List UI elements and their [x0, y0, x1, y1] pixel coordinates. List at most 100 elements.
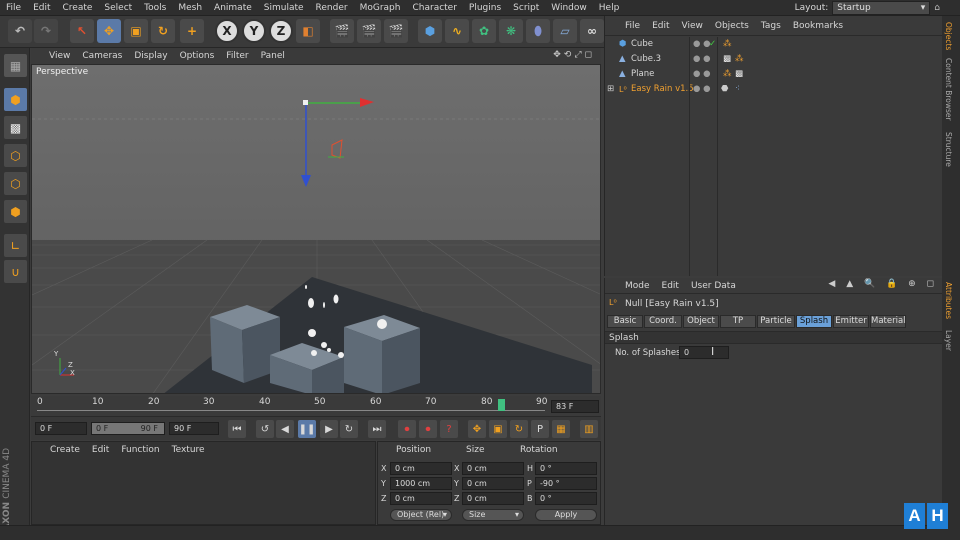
- previous-frame-icon[interactable]: ◀: [276, 420, 294, 438]
- x-axis-lock-button[interactable]: X: [215, 19, 239, 43]
- tab-tp[interactable]: TP: [720, 315, 756, 328]
- phong-tag-icon[interactable]: ⁂: [735, 52, 744, 67]
- layout-select[interactable]: Startup ▾: [832, 1, 931, 15]
- rotation-h-field[interactable]: 0 °: [535, 462, 597, 475]
- scale-icon[interactable]: ▣: [124, 19, 148, 43]
- tab-splash[interactable]: Splash: [796, 315, 832, 328]
- obj-menu-edit[interactable]: Edit: [646, 16, 675, 36]
- edges-mode-icon[interactable]: ⬡: [4, 172, 27, 195]
- perspective-viewport[interactable]: Perspective Y X Z: [31, 64, 601, 394]
- model-mode-icon[interactable]: ⬢: [4, 88, 27, 111]
- tab-coord[interactable]: Coord.: [644, 315, 682, 328]
- tab-emitter[interactable]: Emitter: [833, 315, 869, 328]
- nurbs-icon[interactable]: ✿: [472, 19, 496, 43]
- tab-particle[interactable]: Particle: [757, 315, 795, 328]
- cube-primitive-icon[interactable]: ⬢: [418, 19, 442, 43]
- current-frame-field[interactable]: 83 F: [551, 400, 599, 413]
- menu-file[interactable]: File: [0, 0, 27, 16]
- redo-icon[interactable]: ↷: [34, 19, 58, 43]
- deformer-icon[interactable]: ⬮: [526, 19, 550, 43]
- obj-menu-view[interactable]: View: [676, 16, 709, 36]
- object-row-plane[interactable]: ▲ Plane ● ● ⁂ ▩: [605, 67, 943, 82]
- obj-menu-tags[interactable]: Tags: [755, 16, 787, 36]
- vp-menu-view[interactable]: View: [43, 48, 76, 64]
- menu-mograph[interactable]: MoGraph: [354, 0, 407, 16]
- visibility-dots-icon[interactable]: ● ●: [693, 52, 711, 67]
- floor-icon[interactable]: ▱: [553, 19, 577, 43]
- menu-help[interactable]: Help: [593, 0, 626, 16]
- tab-object[interactable]: Object: [683, 315, 719, 328]
- menu-create[interactable]: Create: [57, 0, 99, 16]
- size-z-field[interactable]: 0 cm: [462, 492, 524, 505]
- obj-menu-file[interactable]: File: [619, 16, 646, 36]
- object-row-easy-rain[interactable]: ⊞ L⁰ Easy Rain v1.5 ● ● ⬣ ⁖: [605, 82, 943, 97]
- polygons-mode-icon[interactable]: ⬢: [4, 200, 27, 223]
- position-z-field[interactable]: 0 cm: [390, 492, 452, 505]
- go-to-end-icon[interactable]: ⏭: [368, 420, 386, 438]
- attr-menu-user-data[interactable]: User Data: [685, 278, 742, 294]
- side-tab-attributes[interactable]: Attributes: [944, 282, 953, 319]
- coordinate-system-icon[interactable]: ◧: [296, 19, 320, 43]
- camera-icon[interactable]: ∞: [580, 19, 604, 43]
- position-x-field[interactable]: 0 cm: [390, 462, 452, 475]
- points-mode-icon[interactable]: ⬡: [4, 144, 27, 167]
- key-rotation-icon[interactable]: ↻: [510, 420, 528, 438]
- scheme-icon[interactable]: ▥: [580, 420, 598, 438]
- visibility-dots-icon[interactable]: ● ●: [693, 37, 711, 52]
- playhead[interactable]: [498, 399, 505, 411]
- position-y-field[interactable]: 1000 cm: [390, 477, 452, 490]
- key-position-icon[interactable]: ✥: [468, 420, 486, 438]
- key-parameter-icon[interactable]: P: [531, 420, 549, 438]
- menu-tools[interactable]: Tools: [138, 0, 172, 16]
- rotate-icon[interactable]: ↻: [151, 19, 175, 43]
- menu-window[interactable]: Window: [545, 0, 593, 16]
- mat-menu-texture[interactable]: Texture: [166, 442, 211, 458]
- start-frame-field[interactable]: 0 F: [35, 422, 87, 435]
- next-frame-icon[interactable]: ▶: [320, 420, 338, 438]
- z-axis-lock-button[interactable]: Z: [269, 19, 293, 43]
- menu-mesh[interactable]: Mesh: [172, 0, 208, 16]
- enabled-check-icon[interactable]: ✓: [709, 37, 716, 52]
- size-x-field[interactable]: 0 cm: [462, 462, 524, 475]
- timeline-ruler[interactable]: 0 10 20 30 40 50 60 70 80 90 83 F: [31, 396, 601, 416]
- mat-menu-edit[interactable]: Edit: [86, 442, 115, 458]
- y-axis-lock-button[interactable]: Y: [242, 19, 266, 43]
- array-icon[interactable]: ❋: [499, 19, 523, 43]
- end-frame-field[interactable]: 90 F: [169, 422, 219, 435]
- material-tag-icon[interactable]: ▩: [723, 52, 731, 67]
- obj-menu-bookmarks[interactable]: Bookmarks: [787, 16, 849, 36]
- mat-menu-function[interactable]: Function: [115, 442, 165, 458]
- side-tab-structure[interactable]: Structure: [944, 132, 953, 167]
- add-icon[interactable]: +: [180, 19, 204, 43]
- obj-menu-objects[interactable]: Objects: [709, 16, 755, 36]
- axis-mode-icon[interactable]: ∟: [4, 234, 27, 257]
- record-keys-icon[interactable]: ⏺: [398, 420, 416, 438]
- coordinate-mode-select[interactable]: Object (Rel) ▾: [390, 509, 452, 521]
- render-view-icon[interactable]: 🎬: [330, 19, 354, 43]
- size-mode-select[interactable]: Size ▾: [462, 509, 524, 521]
- tab-material[interactable]: Material: [870, 315, 906, 328]
- menu-animate[interactable]: Animate: [208, 0, 258, 16]
- apply-button[interactable]: Apply: [535, 509, 597, 521]
- attribute-nav-icons[interactable]: ◀ ▲ 🔍 🔒 ⊕ ◻: [828, 279, 938, 289]
- texture-mode-icon[interactable]: ▩: [4, 116, 27, 139]
- vp-menu-cameras[interactable]: Cameras: [76, 48, 128, 64]
- visibility-dots-icon[interactable]: ● ●: [693, 67, 711, 82]
- splash-count-field[interactable]: 0: [679, 346, 729, 359]
- menu-plugins[interactable]: Plugins: [463, 0, 507, 16]
- menu-render[interactable]: Render: [310, 0, 354, 16]
- move-icon[interactable]: ✥: [97, 19, 121, 43]
- phong-tag-icon[interactable]: ⁂: [723, 67, 732, 82]
- menu-select[interactable]: Select: [98, 0, 138, 16]
- side-tab-content-browser[interactable]: Content Browser: [944, 58, 953, 121]
- key-pla-icon[interactable]: ▦: [552, 420, 570, 438]
- menu-script[interactable]: Script: [507, 0, 545, 16]
- object-row-cube[interactable]: ⬢ Cube ● ● ✓ ⁂: [605, 37, 943, 52]
- live-select-icon[interactable]: ↖: [70, 19, 94, 43]
- tab-basic[interactable]: Basic: [607, 315, 643, 328]
- menu-edit[interactable]: Edit: [27, 0, 56, 16]
- object-row-cube3[interactable]: ▲ Cube.3 ● ● ▩ ⁂: [605, 52, 943, 67]
- attr-menu-mode[interactable]: Mode: [619, 278, 656, 294]
- keyframe-selection-icon[interactable]: ?: [440, 420, 458, 438]
- menu-simulate[interactable]: Simulate: [258, 0, 310, 16]
